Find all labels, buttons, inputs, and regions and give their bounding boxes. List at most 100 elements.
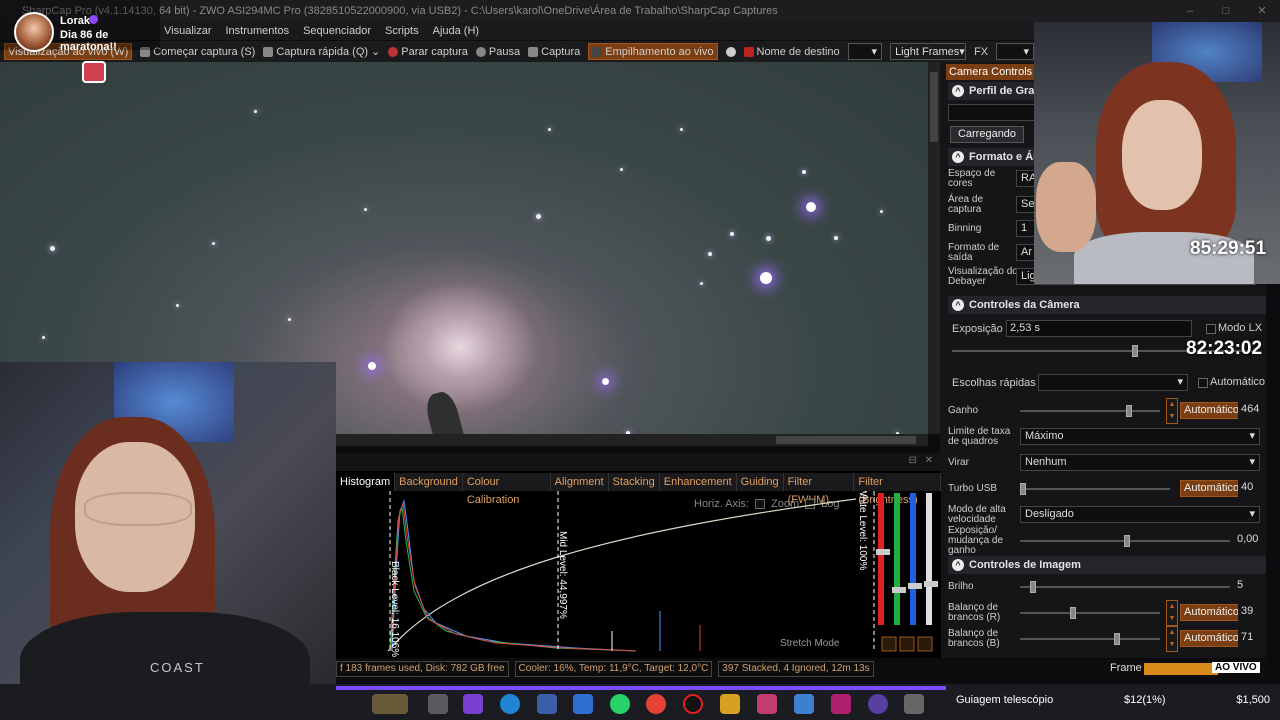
frame-rate-select[interactable]: Máximo ▾ xyxy=(1020,428,1260,445)
wbr-spinner[interactable]: ▲ ▼ xyxy=(1166,600,1178,626)
histogram-chart[interactable]: Black Level: 16,106% Mid Level: 44,997% … xyxy=(336,491,941,658)
slider-knob[interactable] xyxy=(1132,345,1138,357)
tab-enhancement[interactable]: Enhancement xyxy=(660,473,737,491)
blue-level-knob[interactable] xyxy=(908,583,922,589)
maximize-icon[interactable]: □ xyxy=(1208,0,1244,22)
minimize-icon[interactable]: – xyxy=(1172,0,1208,22)
taskbar-thumb-icon[interactable] xyxy=(372,694,408,714)
blue-level-bar[interactable] xyxy=(910,493,916,625)
tab-background[interactable]: Background xyxy=(395,473,463,491)
gain-auto-button[interactable]: Automático xyxy=(1180,402,1244,419)
tab-histogram[interactable]: Histogram xyxy=(336,473,396,491)
obs-icon[interactable] xyxy=(683,694,703,714)
tab-alignment[interactable]: Alignment xyxy=(551,473,609,491)
scrollbar-thumb[interactable] xyxy=(930,72,938,142)
target-name-button[interactable] xyxy=(725,46,736,57)
avatar xyxy=(14,12,54,52)
slider-knob[interactable] xyxy=(1020,483,1026,495)
gain-value[interactable]: 464 xyxy=(1238,402,1264,419)
high-speed-select[interactable]: Desligado ▾ xyxy=(1020,506,1260,523)
taskbar-app-icon[interactable] xyxy=(794,694,814,714)
gain-spinner[interactable]: ▲ ▼ xyxy=(1166,398,1178,424)
taskbar-app-icon[interactable] xyxy=(831,694,851,714)
live-stack-button[interactable]: Empilhamento ao vivo xyxy=(588,43,718,60)
edge-icon[interactable] xyxy=(500,694,520,714)
flip-select[interactable]: Nenhum ▾ xyxy=(1020,454,1260,471)
taskbar-app-icon[interactable] xyxy=(868,694,888,714)
taskbar-app-icon[interactable] xyxy=(463,694,483,714)
camera-header[interactable]: ^ Controles da Câmera xyxy=(948,296,1266,314)
slider-knob[interactable] xyxy=(1114,633,1120,645)
store-icon[interactable] xyxy=(537,694,557,714)
tab-colour-calibration[interactable]: Colour Calibration xyxy=(463,473,551,506)
tab-filter-brightness[interactable]: Filter (Brightness) xyxy=(854,473,941,506)
chevron-down-icon: ▾ xyxy=(959,46,965,58)
menu-scripts[interactable]: Scripts xyxy=(385,22,419,40)
menu-instrumentos[interactable]: Instrumentos xyxy=(226,22,290,40)
green-level-bar[interactable] xyxy=(894,493,900,625)
wbb-slider[interactable] xyxy=(1020,633,1160,645)
close-icon[interactable]: ✕ xyxy=(925,455,933,466)
exp-gain-slider[interactable] xyxy=(1020,535,1230,547)
folder-icon[interactable] xyxy=(720,694,740,714)
taskbar-app-icon[interactable] xyxy=(428,694,448,714)
auto-checkbox[interactable] xyxy=(1198,378,1208,388)
wbr-auto-button[interactable]: Automático xyxy=(1180,604,1244,621)
slider-knob[interactable] xyxy=(1070,607,1076,619)
red-level-bar[interactable] xyxy=(878,493,884,625)
slider-knob[interactable] xyxy=(1124,535,1130,547)
tab-guiding[interactable]: Guiding xyxy=(737,473,784,491)
wbr-slider[interactable] xyxy=(1020,607,1160,619)
chrome-icon[interactable] xyxy=(646,694,666,714)
wbb-spinner[interactable]: ▲ ▼ xyxy=(1166,626,1178,652)
wbb-auto-button[interactable]: Automático xyxy=(1180,630,1244,647)
taskbar-app-icon[interactable] xyxy=(757,694,777,714)
gain-row: Ganho ▲ ▼ Automático 464 xyxy=(948,398,1266,424)
frame-progress-bar xyxy=(1144,663,1218,675)
image-header[interactable]: ^ Controles de Imagem xyxy=(948,556,1266,574)
preview-vertical-scrollbar[interactable] xyxy=(928,62,940,434)
taskbar-app-icon[interactable] xyxy=(904,694,924,714)
menu-ajuda[interactable]: Ajuda (H) xyxy=(433,22,479,40)
auto-stretch-icon[interactable] xyxy=(881,636,897,652)
tab-filter-fwhm[interactable]: Filter (FWHM) xyxy=(784,473,855,506)
menu-visualizar[interactable]: Visualizar xyxy=(164,22,212,40)
pause-button[interactable]: Pausa xyxy=(475,46,520,58)
slider-knob[interactable] xyxy=(1126,405,1132,417)
green-level-knob[interactable] xyxy=(892,587,906,593)
luminance-level-bar[interactable] xyxy=(926,493,932,625)
lx-mode-checkbox[interactable] xyxy=(1206,324,1216,334)
exposure-input[interactable]: 2,53 s xyxy=(1006,320,1192,337)
stop-capture-button[interactable]: Parar captura xyxy=(388,46,468,58)
frame-type-select[interactable]: Light Frames ▾ xyxy=(890,43,967,60)
slider-knob[interactable] xyxy=(1030,581,1036,593)
scrollbar-thumb[interactable] xyxy=(776,436,916,444)
whatsapp-icon[interactable] xyxy=(610,694,630,714)
close-icon[interactable]: ✕ xyxy=(1244,0,1280,22)
capture-button[interactable]: Captura xyxy=(528,46,580,58)
fx-select[interactable]: ▾ xyxy=(996,43,1034,60)
tab-stacking[interactable]: Stacking xyxy=(609,473,660,491)
gain-slider[interactable] xyxy=(1020,405,1160,417)
quick-choices-select[interactable]: ▾ xyxy=(1038,374,1188,391)
quick-capture-button[interactable]: Captura rápida (Q) ⌄ xyxy=(263,45,380,58)
taskbar-app-icon[interactable] xyxy=(573,694,593,714)
preview-horizontal-scrollbar[interactable] xyxy=(336,434,928,446)
brightness-value[interactable]: 5 xyxy=(1234,578,1262,595)
menu-sequenciador[interactable]: Sequenciador xyxy=(303,22,371,40)
wbb-value[interactable]: 71 xyxy=(1238,630,1264,647)
reset-icon[interactable] xyxy=(917,636,933,652)
load-profile-button[interactable]: Carregando xyxy=(950,126,1024,143)
usb-auto-button[interactable]: Automático xyxy=(1180,480,1244,497)
star xyxy=(548,128,551,131)
target-name-select[interactable]: ▾ xyxy=(847,43,883,60)
usb-slider[interactable] xyxy=(1020,483,1170,495)
usb-value[interactable]: 40 xyxy=(1238,480,1264,497)
luminance-level-knob[interactable] xyxy=(924,581,938,587)
sparkle-icon[interactable] xyxy=(899,636,915,652)
exp-gain-value[interactable]: 0,00 xyxy=(1234,532,1262,549)
pin-icon[interactable]: ⊟ xyxy=(909,455,917,466)
wbr-value[interactable]: 39 xyxy=(1238,604,1264,621)
brightness-slider[interactable] xyxy=(1020,581,1230,593)
red-level-knob[interactable] xyxy=(876,549,890,555)
